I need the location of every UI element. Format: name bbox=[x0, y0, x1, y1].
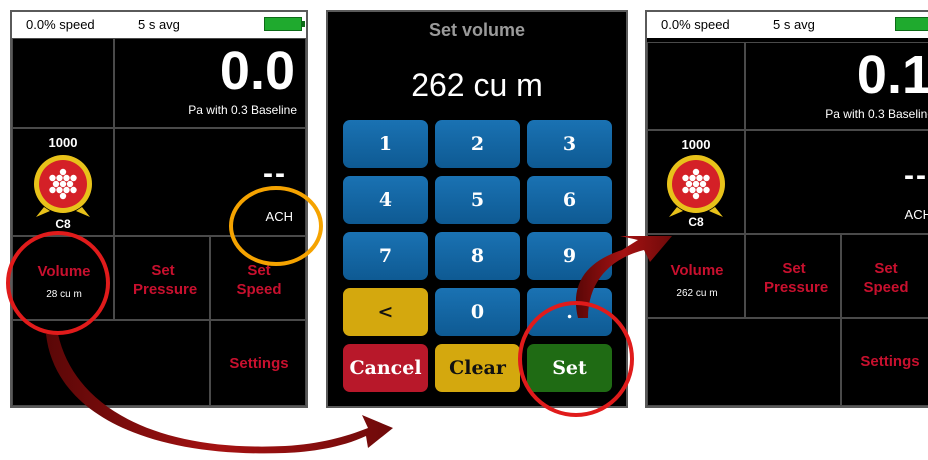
empty-cell bbox=[12, 320, 210, 406]
ach-value: -- bbox=[263, 157, 287, 190]
set-pressure-label: Set Pressure bbox=[133, 262, 198, 298]
keypad-title: Set volume bbox=[428, 20, 526, 40]
set-pressure-button[interactable]: Set Pressure bbox=[745, 234, 841, 318]
fan-ring-icon bbox=[34, 155, 92, 217]
key-2[interactable]: 2 bbox=[435, 120, 520, 168]
volume-label: Volume bbox=[37, 263, 91, 280]
speed-readout: 0.0% speed bbox=[26, 17, 95, 32]
volume-button[interactable]: Volume 262 cu m bbox=[647, 234, 745, 318]
clear-button[interactable]: Clear bbox=[435, 344, 520, 392]
speed-readout: 0.0% speed bbox=[661, 17, 730, 32]
fan-ring-icon bbox=[667, 155, 725, 217]
set-button[interactable]: Set bbox=[527, 344, 612, 392]
volume-display: 262 cu m bbox=[411, 67, 543, 103]
pressure-cell: 0.0 Pa with 0.3 Baseline bbox=[114, 38, 306, 128]
fan-badge-number: 1000 bbox=[681, 137, 711, 152]
volume-button[interactable]: Volume 28 cu m bbox=[12, 236, 114, 320]
status-bar: 0.0% speed 5 s avg bbox=[12, 12, 306, 38]
baseline-label: Pa with 0.3 Baseline bbox=[825, 107, 928, 121]
key-8[interactable]: 8 bbox=[435, 232, 520, 280]
average-readout: 5 s avg bbox=[773, 17, 815, 32]
set-speed-button[interactable]: Set Speed bbox=[210, 236, 306, 320]
status-bar: 0.0% speed 5 s avg bbox=[647, 12, 928, 38]
settings-button[interactable]: Settings bbox=[841, 318, 928, 406]
set-volume-keypad-screen: Set volume 262 cu m 1 2 3 4 5 6 7 8 9 < … bbox=[326, 10, 628, 408]
set-speed-label: Set Speed bbox=[236, 262, 282, 298]
gauge-screen-after: 0.0% speed 5 s avg 0.1 Pa with 0.3 Basel… bbox=[645, 10, 928, 408]
battery-icon bbox=[895, 17, 928, 31]
key-4[interactable]: 4 bbox=[343, 176, 428, 224]
settings-label: Settings bbox=[229, 355, 289, 372]
key-1[interactable]: 1 bbox=[343, 120, 428, 168]
volume-value: 28 cu m bbox=[46, 289, 82, 300]
gauge-left-top-cell bbox=[12, 38, 114, 128]
ach-label: ACH bbox=[265, 209, 293, 224]
key-7[interactable]: 7 bbox=[343, 232, 428, 280]
ach-cell: -- ACH bbox=[114, 128, 306, 236]
ach-cell: -- ACH bbox=[745, 130, 928, 234]
fan-badge-cell: 1000 C8 bbox=[12, 128, 114, 236]
empty-cell bbox=[647, 318, 841, 406]
set-pressure-label: Set Pressure bbox=[764, 260, 829, 296]
volume-label: Volume bbox=[670, 262, 724, 279]
key-5[interactable]: 5 bbox=[435, 176, 520, 224]
fan-badge-number: 1000 bbox=[48, 135, 78, 150]
baseline-label: Pa with 0.3 Baseline bbox=[188, 103, 297, 117]
fan-badge-code: C8 bbox=[688, 215, 704, 229]
set-speed-label: Set Speed bbox=[863, 260, 909, 296]
pressure-cell: 0.1 Pa with 0.3 Baseline bbox=[745, 42, 928, 130]
key-3[interactable]: 3 bbox=[527, 120, 612, 168]
key-9[interactable]: 9 bbox=[527, 232, 612, 280]
pressure-value: 0.0 bbox=[219, 41, 295, 101]
decimal-key[interactable]: . bbox=[527, 288, 612, 336]
key-0[interactable]: 0 bbox=[435, 288, 520, 336]
backspace-key[interactable]: < bbox=[343, 288, 428, 336]
gauge-screen-before: 0.0% speed 5 s avg 0.0 Pa with 0.3 Basel… bbox=[10, 10, 308, 408]
average-readout: 5 s avg bbox=[138, 17, 180, 32]
cancel-button[interactable]: Cancel bbox=[343, 344, 428, 392]
set-pressure-button[interactable]: Set Pressure bbox=[114, 236, 210, 320]
key-6[interactable]: 6 bbox=[527, 176, 612, 224]
battery-icon bbox=[264, 17, 305, 31]
set-speed-button[interactable]: Set Speed bbox=[841, 234, 928, 318]
fan-badge-code: C8 bbox=[55, 217, 71, 231]
pressure-value: 0.1 bbox=[856, 45, 928, 105]
volume-value: 262 cu m bbox=[676, 288, 718, 299]
ach-label: ACH bbox=[904, 207, 928, 222]
gauge-left-top-cell bbox=[647, 42, 745, 130]
settings-label: Settings bbox=[860, 353, 920, 370]
fan-badge-cell: 1000 C8 bbox=[647, 130, 745, 234]
ach-value: -- bbox=[904, 159, 928, 192]
settings-button[interactable]: Settings bbox=[210, 320, 306, 406]
